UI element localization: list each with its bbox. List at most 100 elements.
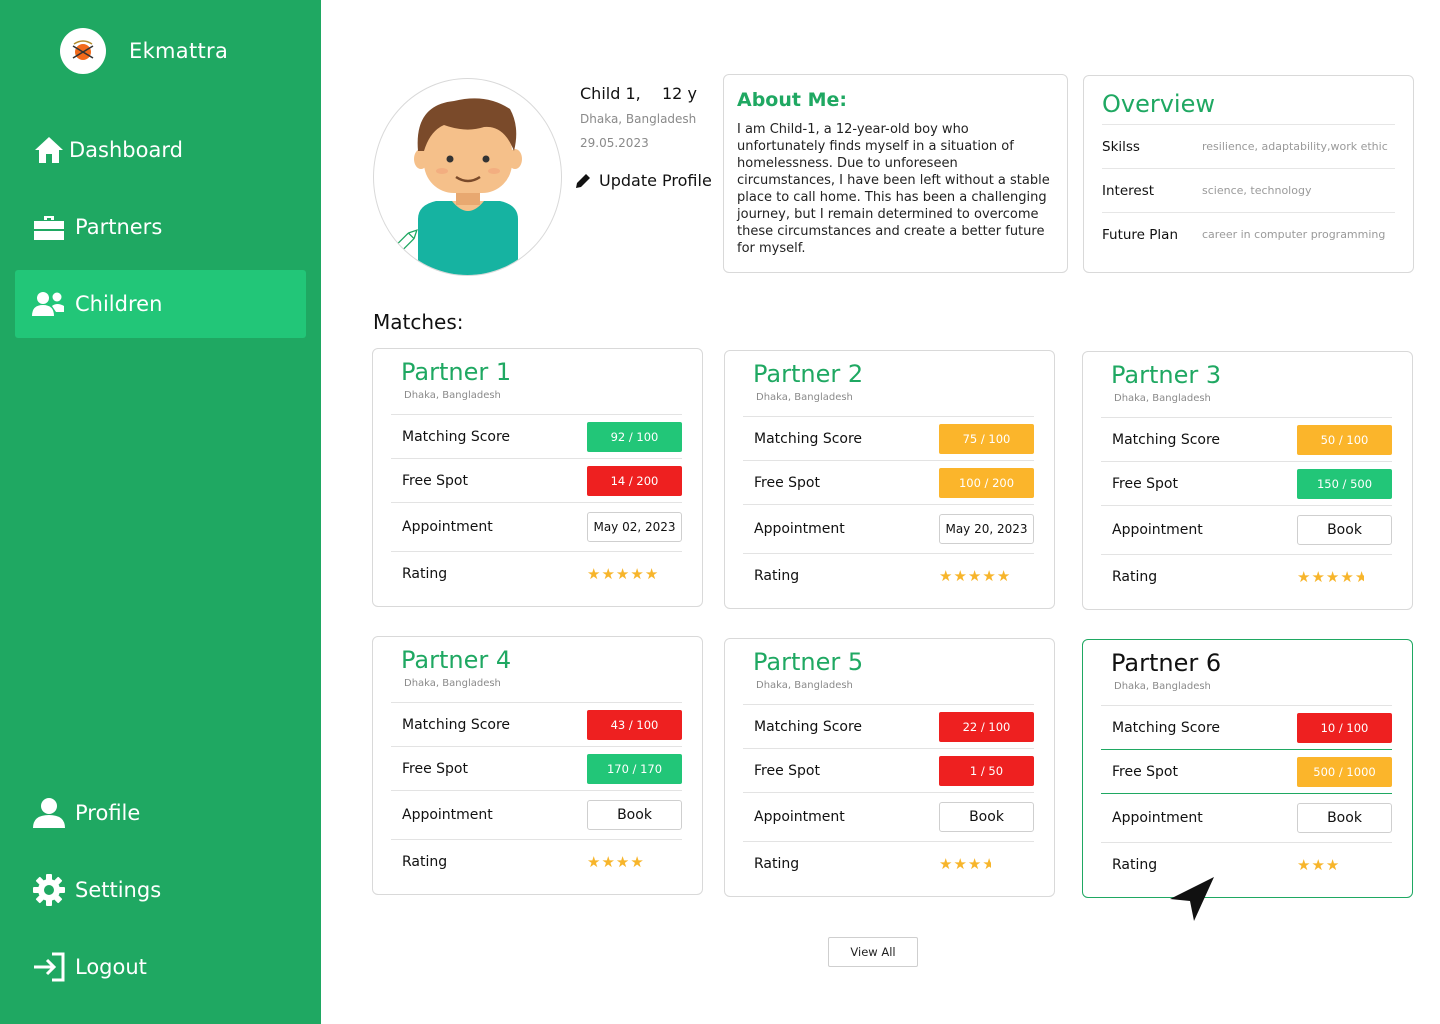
free-spot-row: Free Spot 1 / 50 (743, 748, 1034, 792)
star-icon: ★ (630, 564, 645, 583)
appointment-date: May 20, 2023 (939, 514, 1034, 544)
partner-name: Partner 2 (753, 360, 864, 388)
sidebar: Ekmattra Dashboard Partners Children Pro (0, 0, 321, 1024)
nav-partners[interactable]: Partners (15, 193, 306, 261)
free-spot-label: Free Spot (1112, 763, 1178, 780)
nav-children-label: Children (75, 292, 163, 316)
nav-children[interactable]: Children (15, 270, 306, 338)
rating-label: Rating (1112, 856, 1158, 873)
matching-score-row: Matching Score 43 / 100 (391, 702, 682, 746)
star-icon: ★ (967, 566, 983, 585)
overview-row-skills: Skilss resilience, adaptability,work eth… (1102, 124, 1395, 168)
partner-card[interactable]: Partner 2 Dhaka, Bangladesh Matching Score… (724, 350, 1055, 609)
child-date: 29.05.2023 (580, 136, 649, 150)
users-icon (31, 286, 67, 322)
overview-row-interest: Interest science, technology (1102, 168, 1395, 212)
star-icon: ★ (1325, 567, 1341, 586)
brand-name: Ekmattra (129, 39, 229, 63)
view-all-button[interactable]: View All (828, 937, 918, 967)
logout-icon (31, 949, 67, 985)
matching-score-row: Matching Score 22 / 100 (743, 704, 1034, 748)
child-avatar[interactable] (373, 78, 562, 276)
star-icon: ★ (953, 854, 968, 873)
matching-score-label: Matching Score (1112, 719, 1221, 736)
star-icon: ★ (1311, 567, 1326, 586)
star-icon: ★ (1325, 855, 1341, 874)
book-button[interactable]: Book (587, 800, 682, 830)
star-icon: ★ (630, 852, 645, 871)
matching-score-badge: 92 / 100 (587, 421, 682, 452)
nav-dashboard[interactable]: Dashboard (15, 116, 306, 184)
rating-row: Rating ★★★★ (391, 839, 682, 883)
nav-partners-label: Partners (75, 215, 163, 239)
briefcase-icon (31, 209, 67, 245)
partner-location: Dhaka, Bangladesh (756, 392, 853, 403)
overview-key: Future Plan (1102, 226, 1179, 243)
overview-key: Interest (1102, 182, 1155, 199)
book-button[interactable]: Book (1297, 803, 1392, 833)
partner-location: Dhaka, Bangladesh (404, 678, 501, 689)
nav-settings-label: Settings (75, 878, 162, 902)
star-icon: ★ (1340, 567, 1355, 586)
matching-score-badge: 75 / 100 (939, 423, 1034, 454)
overview-row-future-plan: Future Plan career in computer programmi… (1102, 212, 1395, 256)
matching-score-row: Matching Score 10 / 100 (1101, 705, 1392, 749)
appointment-row: Appointment Book (391, 790, 682, 839)
partner-card[interactable]: Partner 4 Dhaka, Bangladesh Matching Score… (372, 636, 703, 895)
logo-icon (60, 28, 106, 74)
partner-details: Matching Score 22 / 100 Free Spot 1 / 50 App… (743, 704, 1034, 885)
rating-stars: ★★★★★ (939, 567, 1034, 585)
half-star-icon: ★ (1354, 567, 1364, 586)
star-icon: ★ (996, 566, 1012, 585)
partner-name: Partner 3 (1111, 361, 1222, 389)
appointment-label: Appointment (754, 521, 845, 537)
appointment-date: May 02, 2023 (587, 512, 682, 542)
star-icon: ★ (1297, 567, 1312, 586)
overview-value: resilience, adaptability,work ethic (1202, 140, 1388, 153)
matching-score-label: Matching Score (402, 428, 511, 445)
nav-settings[interactable]: Settings (15, 856, 306, 924)
matching-score-row: Matching Score 92 / 100 (391, 414, 682, 458)
book-button[interactable]: Book (939, 802, 1034, 832)
brand[interactable]: Ekmattra (60, 28, 228, 74)
appointment-row: Appointment May 20, 2023 (743, 504, 1034, 553)
partner-card[interactable]: Partner 5 Dhaka, Bangladesh Matching Score… (724, 638, 1055, 897)
appointment-row: Appointment Book (1101, 793, 1392, 842)
nav-profile[interactable]: Profile (15, 779, 306, 847)
partner-details: Matching Score 43 / 100 Free Spot 170 / 170… (391, 702, 682, 883)
partner-card[interactable]: Partner 6 Dhaka, Bangladesh Matching Score… (1082, 639, 1413, 898)
partner-card[interactable]: Partner 1 Dhaka, Bangladesh Matching Score… (372, 348, 703, 607)
rating-stars: ★★★★★ (587, 565, 682, 583)
nav-profile-label: Profile (75, 801, 141, 825)
matching-score-label: Matching Score (754, 430, 863, 447)
partner-details: Matching Score 75 / 100 Free Spot 100 / 200… (743, 416, 1034, 597)
partner-location: Dhaka, Bangladesh (1114, 681, 1211, 692)
nav-dashboard-label: Dashboard (69, 138, 183, 162)
user-icon (31, 795, 67, 831)
matching-score-badge: 50 / 100 (1297, 424, 1392, 455)
update-profile-button[interactable]: Update Profile (575, 171, 712, 190)
appointment-label: Appointment (1112, 522, 1203, 538)
free-spot-badge: 14 / 200 (587, 465, 682, 496)
star-icon: ★ (939, 854, 954, 873)
star-icon: ★ (601, 564, 616, 583)
star-icon: ★ (615, 564, 631, 583)
overview-value: science, technology (1202, 184, 1312, 197)
free-spot-label: Free Spot (402, 472, 468, 489)
partner-details: Matching Score 10 / 100 Free Spot 500 / 100… (1101, 705, 1392, 886)
nav-logout-label: Logout (75, 955, 147, 979)
about-text: I am Child-1, a 12-year-old boy who unfo… (737, 122, 1050, 256)
nav-logout[interactable]: Logout (15, 933, 306, 1001)
partner-card[interactable]: Partner 3 Dhaka, Bangladesh Matching Score… (1082, 351, 1413, 610)
free-spot-badge: 170 / 170 (587, 753, 682, 784)
rating-label: Rating (754, 855, 800, 872)
free-spot-row: Free Spot 500 / 1000 (1101, 749, 1392, 793)
overview-title: Overview (1102, 90, 1215, 118)
free-spot-badge: 100 / 200 (939, 467, 1034, 498)
partner-name: Partner 6 (1111, 649, 1222, 677)
book-button[interactable]: Book (1297, 515, 1392, 545)
rating-label: Rating (1112, 568, 1158, 585)
matching-score-row: Matching Score 50 / 100 (1101, 417, 1392, 461)
star-icon: ★ (982, 566, 997, 585)
cursor-arrow-icon (1170, 877, 1214, 921)
